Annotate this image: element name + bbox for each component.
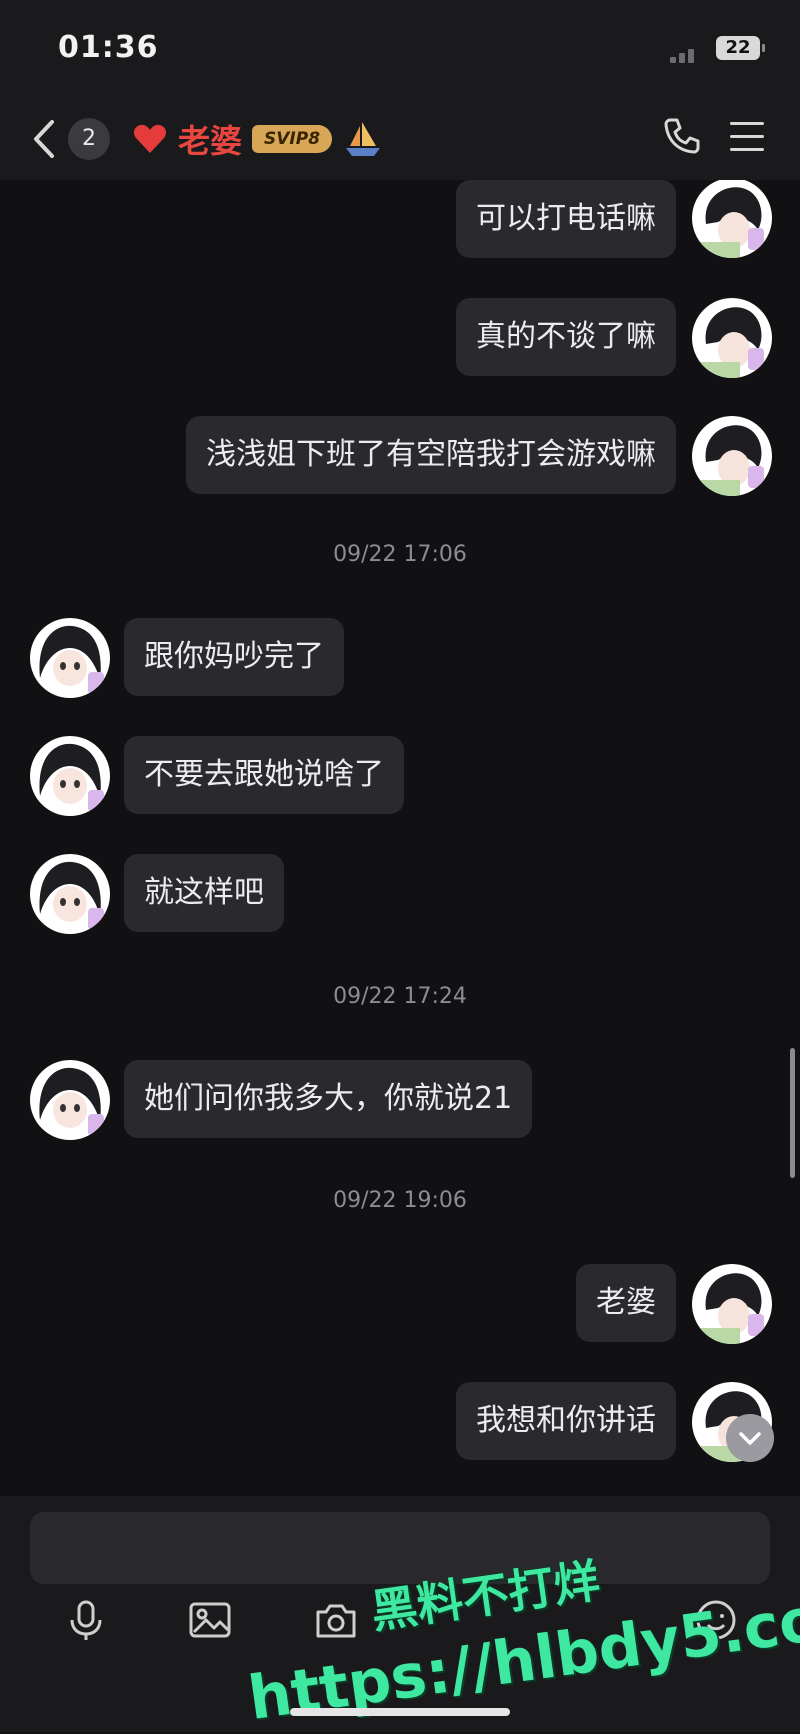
contact-name: 老婆	[178, 122, 243, 160]
avatar[interactable]	[692, 416, 772, 496]
scroll-down-icon[interactable]	[726, 1414, 774, 1462]
avatar[interactable]	[692, 180, 772, 258]
avatar[interactable]	[692, 298, 772, 378]
message-bubble-received[interactable]: 跟你妈吵完了	[124, 618, 344, 696]
microphone-icon[interactable]	[62, 1596, 110, 1644]
message-row: 我想和你讲话	[0, 1382, 800, 1462]
boat-icon	[346, 122, 381, 156]
menu-icon[interactable]	[730, 122, 764, 152]
avatar[interactable]	[30, 854, 110, 934]
message-bubble-received[interactable]: 就这样吧	[124, 854, 284, 932]
message-row: 她们问你我多大，你就说21	[0, 1060, 800, 1140]
battery-indicator: 22	[716, 36, 765, 60]
message-bubble-sent[interactable]: 可以打电话嘛	[456, 180, 676, 258]
scrollbar[interactable]	[790, 1048, 795, 1178]
message-row: 浅浅姐下班了有空陪我打会游戏嘛	[0, 416, 800, 496]
image-icon[interactable]	[186, 1596, 234, 1644]
avatar[interactable]	[30, 736, 110, 816]
message-row: 跟你妈吵完了	[0, 618, 800, 698]
message-row: 真的不谈了嘛	[0, 298, 800, 378]
back-arrow-icon[interactable]	[26, 114, 66, 164]
timestamp: 09/22 17:06	[333, 542, 467, 567]
message-bubble-sent[interactable]: 我想和你讲话	[456, 1382, 676, 1460]
vip-badge: SVIP8	[252, 125, 333, 153]
unread-count-badge[interactable]: 2	[68, 118, 110, 160]
camera-icon[interactable]	[312, 1596, 360, 1644]
timestamp: 09/22 19:06	[333, 1188, 467, 1213]
timestamp: 09/22 17:24	[333, 984, 467, 1009]
message-bubble-sent[interactable]: 老婆	[576, 1264, 676, 1342]
phone-icon[interactable]	[660, 114, 704, 158]
message-bubble-received[interactable]: 她们问你我多大，你就说21	[124, 1060, 533, 1138]
avatar[interactable]	[692, 1264, 772, 1344]
message-row: 老婆	[0, 1264, 800, 1344]
chat-title[interactable]: 老婆 SVIP8	[132, 114, 384, 164]
message-row: 不要去跟她说啥了	[0, 736, 800, 816]
avatar[interactable]	[30, 1060, 110, 1140]
message-row: 可以打电话嘛	[0, 180, 800, 258]
avatar[interactable]	[30, 618, 110, 698]
heart-icon	[133, 124, 167, 153]
signal-icon	[670, 44, 697, 63]
message-bubble-sent[interactable]: 浅浅姐下班了有空陪我打会游戏嘛	[186, 416, 676, 494]
message-list: 可以打电话嘛 真的不谈了嘛 浅浅姐下班了有空陪我打会游戏嘛 09/22 17:0…	[0, 180, 800, 1496]
status-time: 01:36	[58, 30, 159, 65]
message-row: 就这样吧	[0, 854, 800, 934]
home-indicator[interactable]	[290, 1708, 510, 1716]
message-bubble-sent[interactable]: 真的不谈了嘛	[456, 298, 676, 376]
status-bar: 01:36 22	[0, 0, 800, 100]
message-bubble-received[interactable]: 不要去跟她说啥了	[124, 736, 404, 814]
